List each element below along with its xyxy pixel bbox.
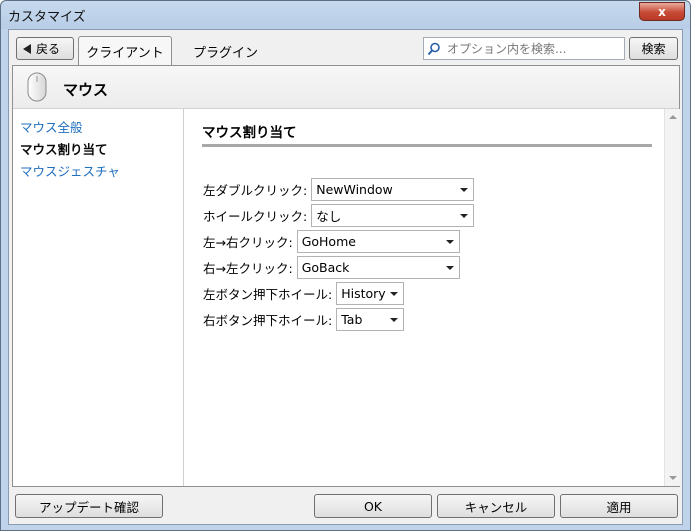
- select-value: History: [341, 286, 386, 301]
- apply-label: 適用: [606, 499, 632, 515]
- select-value: GoHome: [301, 234, 356, 249]
- left-right-click-select[interactable]: GoHome: [296, 230, 460, 253]
- chevron-down-icon: [445, 240, 454, 244]
- apply-button[interactable]: 適用: [560, 494, 678, 518]
- cancel-button[interactable]: キャンセル: [437, 494, 555, 518]
- settings-panel: マウス マウス全般 マウス割り当て マウスジェスチャ マウス割り当て 左ダブルク…: [12, 65, 680, 487]
- close-button[interactable]: x: [639, 2, 685, 21]
- tab-plugin[interactable]: プラグイン: [179, 38, 272, 65]
- tab-client[interactable]: クライアント: [78, 36, 172, 66]
- right-left-click-select[interactable]: GoBack: [296, 256, 460, 279]
- chevron-down-icon: [445, 266, 454, 270]
- close-icon: x: [658, 4, 666, 19]
- vertical-scrollbar[interactable]: [664, 109, 680, 486]
- setting-row-left-double-click: 左ダブルクリック: NewWindow: [203, 178, 475, 201]
- chevron-down-icon: [460, 188, 469, 192]
- left-button-wheel-select[interactable]: History: [336, 282, 405, 305]
- select-value: なし: [316, 209, 342, 224]
- chevron-down-icon: [390, 292, 399, 296]
- content-title: マウス割り当て: [202, 125, 297, 141]
- setting-label: 右→左クリック:: [203, 261, 293, 276]
- wheel-click-select[interactable]: なし: [311, 204, 475, 227]
- mouse-icon: [27, 72, 47, 102]
- setting-row-right-button-wheel: 右ボタン押下ホイール: Tab: [203, 308, 405, 331]
- check-update-button[interactable]: アップデート確認: [15, 494, 163, 518]
- title-bar[interactable]: カスタマイズ x: [1, 1, 690, 29]
- setting-row-wheel-click: ホイールクリック: なし: [203, 204, 475, 227]
- select-value: NewWindow: [316, 182, 393, 197]
- setting-row-right-left-click: 右→左クリック: GoBack: [203, 256, 460, 279]
- setting-row-left-button-wheel: 左ボタン押下ホイール: History: [203, 282, 405, 305]
- setting-label: 左ダブルクリック:: [203, 183, 308, 198]
- content-divider: [202, 144, 652, 147]
- setting-label: 右ボタン押下ホイール:: [203, 313, 333, 328]
- search-box[interactable]: [423, 37, 625, 60]
- search-button[interactable]: 検索: [629, 37, 678, 60]
- setting-label: 左→右クリック:: [203, 235, 293, 250]
- ok-button[interactable]: OK: [314, 494, 432, 518]
- section-title: マウス: [63, 81, 109, 99]
- scroll-up-icon[interactable]: [669, 115, 677, 119]
- search-input[interactable]: [445, 40, 623, 57]
- setting-label: ホイールクリック:: [203, 209, 308, 224]
- sidebar-item-mouse-general[interactable]: マウス全般: [13, 117, 183, 139]
- back-button-label: 戻る: [36, 42, 61, 56]
- sidebar: マウス全般 マウス割り当て マウスジェスチャ: [13, 109, 184, 486]
- panel-header: マウス: [13, 66, 679, 109]
- window-title: カスタマイズ: [8, 10, 86, 25]
- tab-client-label: クライアント: [86, 46, 164, 61]
- search-button-label: 検索: [641, 42, 666, 56]
- back-button[interactable]: 戻る: [16, 37, 74, 60]
- content-area: マウス割り当て 左ダブルクリック: NewWindow ホイールクリック: なし: [185, 109, 664, 486]
- select-value: GoBack: [301, 260, 350, 275]
- cancel-label: キャンセル: [464, 499, 528, 515]
- scroll-down-icon[interactable]: [669, 476, 677, 480]
- tab-plugin-label: プラグイン: [193, 46, 259, 61]
- chevron-down-icon: [390, 318, 399, 322]
- check-update-label: アップデート確認: [38, 499, 139, 515]
- setting-row-left-right-click: 左→右クリック: GoHome: [203, 230, 460, 253]
- search-icon: [427, 42, 440, 55]
- left-double-click-select[interactable]: NewWindow: [311, 178, 475, 201]
- right-button-wheel-select[interactable]: Tab: [336, 308, 405, 331]
- sidebar-item-mouse-assignment[interactable]: マウス割り当て: [13, 139, 183, 161]
- setting-label: 左ボタン押下ホイール:: [203, 287, 333, 302]
- back-arrow-icon: [23, 43, 31, 54]
- ok-label: OK: [363, 498, 383, 514]
- chevron-down-icon: [460, 214, 469, 218]
- sidebar-item-mouse-gesture[interactable]: マウスジェスチャ: [13, 161, 183, 183]
- dialog-client-area: 戻る クライアント プラグイン 検索: [8, 29, 683, 525]
- select-value: Tab: [341, 312, 363, 327]
- customize-window: カスタマイズ x 戻る クライアント プラグイン 検索: [0, 0, 691, 531]
